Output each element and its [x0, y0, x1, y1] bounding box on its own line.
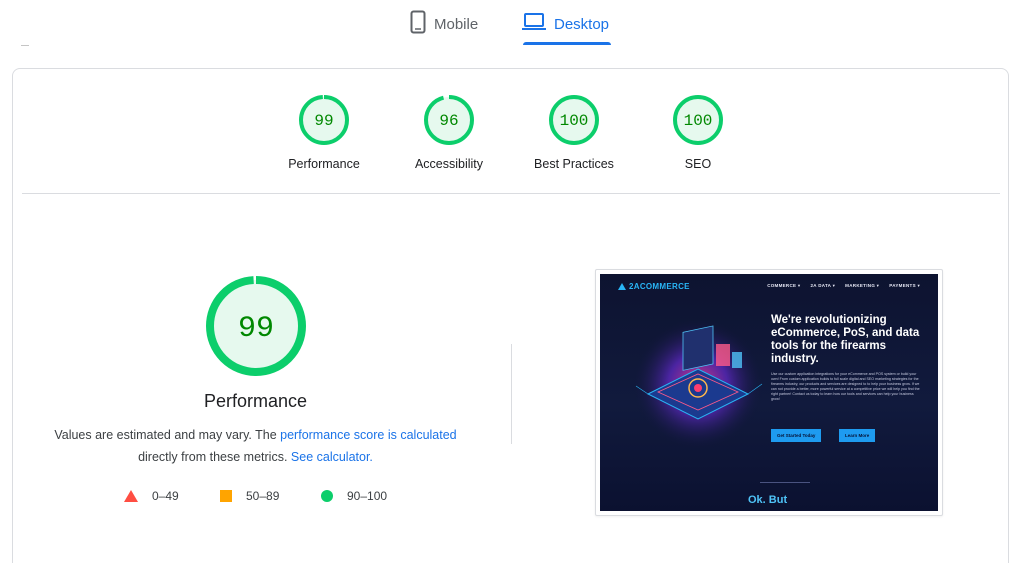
section-heading: Ok. But — [748, 494, 788, 506]
performance-description: Values are estimated and may vary. The p… — [13, 424, 498, 468]
tab-mobile[interactable]: Mobile — [410, 8, 478, 40]
circle-icon — [321, 490, 333, 502]
vertical-divider — [511, 344, 512, 444]
gauge-ring-best-practices: 100 — [549, 95, 599, 145]
divider-fragment — [21, 45, 29, 46]
legend-average: 50–89 — [220, 489, 279, 503]
site-nav-item: PAYMENTS ▾ — [889, 283, 920, 288]
hero-body-text: Use our custom application integrations … — [771, 372, 920, 401]
gauge-label-performance: Performance — [288, 157, 360, 171]
legend-fail: 0–49 — [124, 489, 179, 503]
site-logo-text: 2ACOMMERCE — [629, 282, 690, 291]
site-nav-item: COMMERCE ▾ — [767, 283, 801, 288]
gauge-label-seo: SEO — [684, 157, 712, 171]
section-divider — [22, 193, 1000, 194]
gauge-value-performance: 99 — [314, 112, 333, 130]
gauge-value-seo: 100 — [684, 112, 713, 130]
gauge-performance[interactable]: 99 Performance — [269, 94, 379, 171]
performance-score-value: 99 — [237, 312, 273, 346]
site-logo: 2ACOMMERCE — [618, 282, 690, 291]
learn-more-button: Learn More — [839, 429, 876, 442]
laptop-icon — [522, 12, 546, 37]
gauge-label-best-practices: Best Practices — [534, 157, 614, 171]
legend-pass-label: 90–100 — [347, 489, 388, 503]
see-calculator-link[interactable]: See calculator. — [291, 450, 373, 464]
hero-headline: We're revolutionizing eCommerce, PoS, an… — [771, 314, 920, 365]
desc-text-2: directly from these metrics. — [138, 450, 291, 464]
hero-illustration — [632, 318, 764, 450]
tab-desktop[interactable]: Desktop — [522, 8, 609, 40]
performance-gauge-large: 99 — [205, 276, 306, 376]
gauge-ring-accessibility: 96 — [424, 95, 474, 145]
device-tabs: Mobile Desktop — [0, 0, 1024, 48]
get-started-button: Get Started Today — [771, 429, 822, 442]
tab-mobile-label: Mobile — [434, 15, 479, 33]
tab-desktop-label: Desktop — [554, 15, 610, 33]
score-gauges: 99 Performance 96 Accessibility 100 Best… — [13, 94, 1008, 184]
triangle-icon — [124, 490, 138, 502]
report-card: 99 Performance 96 Accessibility 100 Best… — [12, 68, 1009, 563]
performance-summary: 99 Performance Values are estimated and … — [13, 274, 498, 468]
mobile-icon — [410, 10, 426, 39]
legend-pass: 90–100 — [321, 489, 387, 503]
gauge-label-accessibility: Accessibility — [414, 157, 484, 171]
logo-icon — [618, 283, 626, 290]
gauge-seo[interactable]: 100 SEO — [643, 94, 753, 171]
gauge-accessibility[interactable]: 96 Accessibility — [394, 94, 504, 171]
gauge-best-practices[interactable]: 100 Best Practices — [519, 94, 629, 171]
square-icon — [220, 490, 232, 502]
gauge-ring-performance: 99 — [299, 95, 349, 145]
gauge-value-best-practices: 100 — [560, 112, 589, 130]
site-nav-item: MARKETING ▾ — [845, 283, 880, 288]
site-nav-item: 2A DATA ▾ — [810, 283, 836, 288]
gauge-ring-seo: 100 — [673, 95, 723, 145]
screenshot-image: 2ACOMMERCE COMMERCE ▾ 2A DATA ▾ MARKETIN… — [600, 274, 938, 511]
desc-text-1: Values are estimated and may vary. The — [54, 428, 281, 442]
decorative-line — [760, 482, 810, 483]
final-screenshot: 2ACOMMERCE COMMERCE ▾ 2A DATA ▾ MARKETIN… — [595, 269, 943, 516]
performance-score-link[interactable]: performance score is calculated — [280, 428, 456, 442]
site-nav: COMMERCE ▾ 2A DATA ▾ MARKETING ▾ PAYMENT… — [767, 283, 920, 289]
active-tab-indicator — [523, 42, 611, 45]
gauge-value-accessibility: 96 — [439, 112, 458, 130]
performance-title: Performance — [203, 391, 308, 411]
legend-average-label: 50–89 — [246, 489, 280, 503]
legend-fail-label: 0–49 — [152, 489, 179, 503]
score-legend: 0–49 50–89 90–100 — [13, 489, 498, 509]
